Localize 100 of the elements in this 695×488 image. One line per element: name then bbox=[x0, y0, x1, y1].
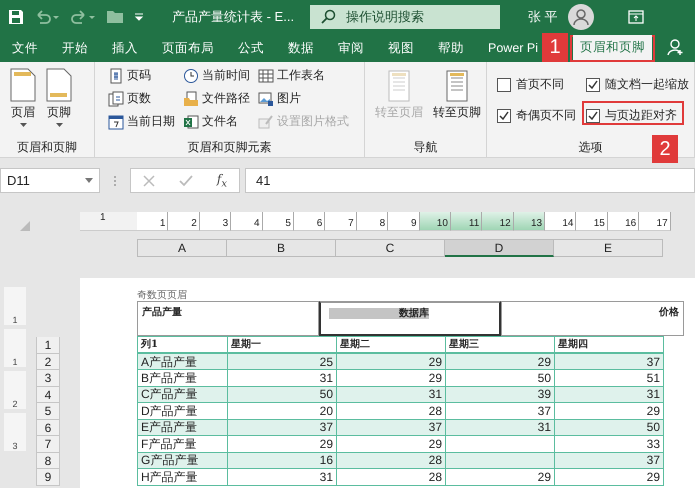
redo-icon[interactable] bbox=[70, 8, 96, 24]
header-section[interactable]: 产品产量 bbox=[137, 301, 319, 336]
share-person-icon[interactable] bbox=[667, 38, 686, 56]
document-icon bbox=[386, 70, 412, 102]
table-cell: 39 bbox=[446, 386, 554, 402]
table-cell: 31 bbox=[228, 370, 336, 386]
calendar-icon bbox=[108, 114, 124, 130]
table-cell: 29 bbox=[554, 468, 664, 485]
formula-field[interactable]: 41 bbox=[245, 168, 695, 193]
table-cell: 37 bbox=[446, 402, 554, 419]
ribbon-tab[interactable]: 视图 bbox=[376, 35, 426, 62]
header-section[interactable]: 数据库 bbox=[319, 301, 501, 336]
ribbon-tab[interactable]: 插入 bbox=[100, 35, 150, 62]
row-header[interactable]: 4 bbox=[36, 386, 60, 403]
ribbon-button[interactable]: 当前日期 bbox=[107, 112, 176, 131]
ruler-label: 2 bbox=[4, 371, 26, 409]
dropdown-icon[interactable] bbox=[85, 178, 93, 183]
folder-icon[interactable] bbox=[106, 9, 124, 24]
ribbon-button[interactable]: 工作表名 bbox=[257, 66, 350, 85]
ribbon-button[interactable]: 页眉 bbox=[6, 66, 40, 137]
pages-icon bbox=[108, 90, 124, 106]
ribbon-tab[interactable]: Power Pi bbox=[476, 35, 540, 62]
ruler-tick: 2 bbox=[168, 212, 200, 231]
table-cell: 28 bbox=[336, 468, 446, 485]
checkmark-icon bbox=[499, 110, 509, 120]
customize-icon[interactable] bbox=[134, 12, 144, 22]
table-cell: F产品产量 bbox=[138, 436, 228, 452]
column-header[interactable]: C bbox=[336, 239, 445, 257]
row-header[interactable]: 9 bbox=[36, 469, 60, 486]
ruler-tick: 3 bbox=[200, 212, 232, 231]
row-header[interactable]: 7 bbox=[36, 436, 60, 452]
row-header[interactable]: 6 bbox=[36, 420, 60, 436]
ribbon-button[interactable]: 文件路径 bbox=[182, 89, 251, 108]
grip-icon bbox=[113, 174, 117, 188]
ribbon-tab[interactable]: 页面布局 bbox=[150, 35, 226, 62]
table-cell: 31 bbox=[228, 468, 336, 485]
column-header[interactable]: D bbox=[445, 239, 554, 257]
search-field[interactable]: 操作说明搜索 bbox=[310, 4, 500, 28]
ruler-tick: 10 bbox=[420, 212, 451, 231]
search-icon bbox=[320, 8, 336, 24]
ruler-label: 3 bbox=[4, 413, 26, 451]
folder-icon bbox=[183, 90, 199, 106]
ribbon-tab[interactable]: 页眉和页脚 bbox=[573, 35, 652, 60]
caret-icon bbox=[20, 123, 26, 127]
ribbon-tab[interactable]: 审阅 bbox=[326, 35, 376, 62]
checkmark-icon bbox=[588, 110, 598, 120]
table-icon bbox=[258, 68, 274, 84]
column-header[interactable]: A bbox=[137, 239, 227, 257]
ribbon-button[interactable]: 图片 bbox=[257, 89, 350, 108]
caret-icon bbox=[56, 123, 62, 127]
ruler-label: 1 bbox=[4, 287, 26, 325]
step-badge: 1 bbox=[542, 33, 568, 62]
table-cell: 29 bbox=[228, 436, 336, 452]
group-label: 页眉和页脚元素 bbox=[188, 139, 272, 156]
table-cell: E产品产量 bbox=[138, 419, 228, 436]
spreadsheet-icon bbox=[183, 114, 199, 130]
ribbon-button[interactable]: 文件名 bbox=[182, 112, 251, 131]
user-name[interactable]: 张 平 bbox=[528, 8, 558, 26]
column-header[interactable]: B bbox=[227, 239, 336, 257]
option-checkbox[interactable]: 与页边距对齐 bbox=[586, 105, 689, 126]
ribbon-tab[interactable]: 文件 bbox=[0, 35, 50, 62]
ribbon-tab[interactable]: 公式 bbox=[226, 35, 276, 62]
header-section[interactable]: 价格 bbox=[501, 301, 684, 336]
table-cell: G产品产量 bbox=[138, 452, 228, 468]
ribbon-tab[interactable]: 帮助 bbox=[426, 35, 476, 62]
table-cell: 50 bbox=[554, 419, 664, 436]
ribbon-tab[interactable]: 数据 bbox=[276, 35, 326, 62]
table-cell: 37 bbox=[554, 353, 664, 370]
table-cell: H产品产量 bbox=[138, 468, 228, 485]
save-icon[interactable] bbox=[8, 8, 24, 24]
ribbon-tab[interactable]: 开始 bbox=[50, 35, 100, 62]
name-box[interactable]: D11 bbox=[0, 168, 100, 193]
option-checkbox[interactable]: 奇偶页不同 bbox=[497, 105, 576, 126]
document-icon bbox=[46, 68, 72, 102]
option-checkbox[interactable]: 首页不同 bbox=[497, 74, 576, 95]
cell-reference: D11 bbox=[7, 173, 30, 188]
row-header[interactable]: 5 bbox=[36, 403, 60, 420]
header-caption: 奇数页页眉 bbox=[137, 289, 188, 301]
table-cell: 31 bbox=[554, 386, 664, 402]
column-header[interactable]: E bbox=[554, 239, 663, 257]
row-header[interactable]: 2 bbox=[36, 354, 60, 370]
ribbon-button[interactable]: 页码 bbox=[107, 66, 176, 85]
avatar-icon[interactable] bbox=[568, 4, 594, 30]
ribbon-button[interactable]: 当前时间 bbox=[182, 66, 251, 85]
insert-function-button[interactable]: f$_{x}$ bbox=[216, 172, 228, 190]
row-header[interactable]: 1 bbox=[36, 337, 60, 354]
clock-icon bbox=[183, 68, 199, 84]
check-icon[interactable] bbox=[178, 174, 193, 186]
ribbon-display-icon[interactable] bbox=[628, 10, 644, 24]
ribbon-button[interactable]: 页数 bbox=[107, 89, 176, 108]
ribbon-button[interactable]: 页脚 bbox=[42, 66, 76, 137]
page-number-icon bbox=[108, 68, 124, 84]
row-header[interactable]: 3 bbox=[36, 370, 60, 386]
row-header[interactable]: 8 bbox=[36, 452, 60, 469]
ruler-tick: 11 bbox=[450, 212, 482, 231]
ruler-tick: 1 bbox=[137, 212, 168, 231]
group-label: 选项 bbox=[578, 139, 602, 156]
ribbon-button[interactable]: 转至页脚 bbox=[429, 68, 485, 137]
table-cell: 29 bbox=[336, 370, 446, 386]
option-checkbox[interactable]: 随文档一起缩放 bbox=[586, 74, 689, 95]
